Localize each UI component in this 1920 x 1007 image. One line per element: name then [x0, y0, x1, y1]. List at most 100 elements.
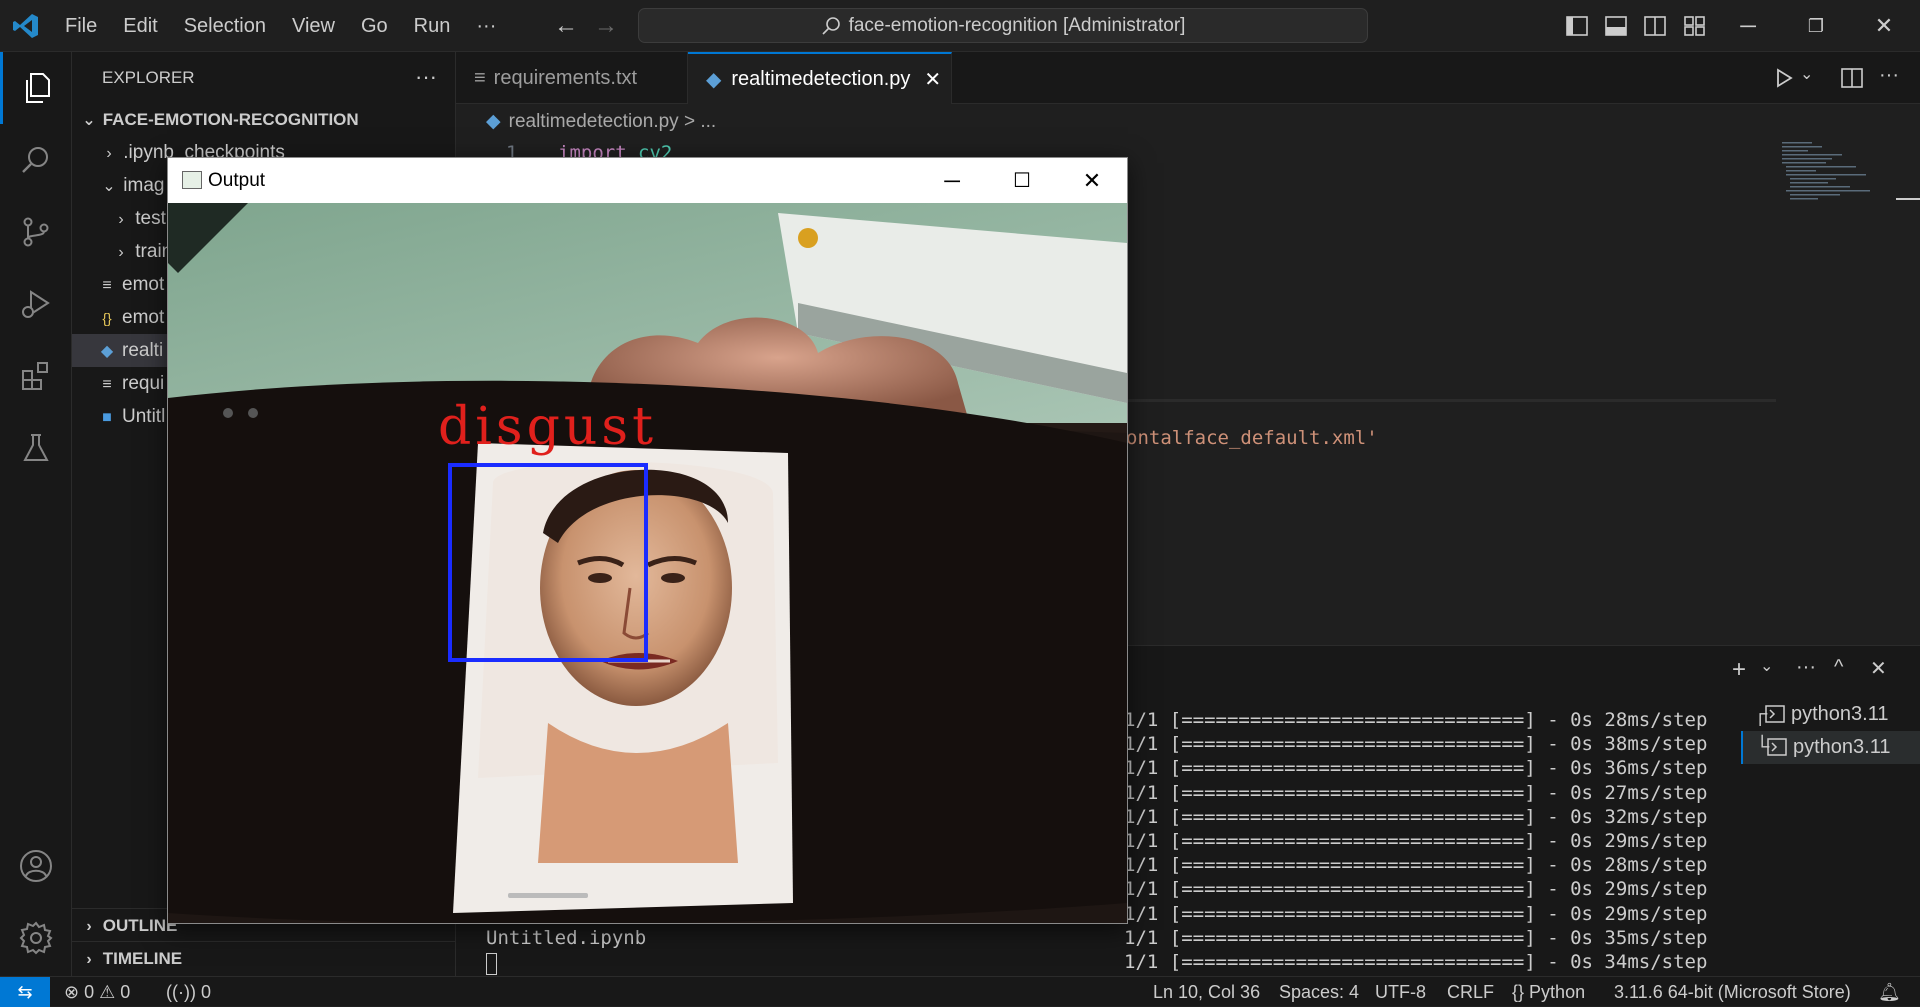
terminal-line: 1/1 [==============================] - 0… — [1124, 709, 1708, 731]
testing-icon[interactable] — [0, 412, 72, 484]
ports-count: 0 — [201, 982, 212, 1002]
menu-selection[interactable]: Selection — [171, 0, 279, 52]
run-icon[interactable] — [1774, 67, 1794, 89]
customize-layout-icon[interactable] — [1684, 16, 1706, 36]
explorer-title: EXPLORER — [102, 68, 195, 87]
tree-item-label: emot — [122, 274, 165, 295]
line-ending[interactable]: CRLF — [1447, 977, 1494, 1007]
maximize-panel-icon[interactable]: ^ — [1834, 656, 1843, 679]
command-center-label: face-emotion-recognition [Administrator] — [848, 14, 1186, 36]
split-editor-icon[interactable] — [1841, 68, 1863, 88]
output-window-titlebar[interactable]: Output ─ ☐ ✕ — [168, 158, 1127, 203]
run-debug-icon[interactable] — [0, 268, 72, 340]
menu-go[interactable]: Go — [348, 0, 401, 52]
tree-item-label: test — [135, 208, 166, 229]
problems-indicator[interactable]: ⊗ 0 ⚠ 0 — [64, 977, 130, 1007]
minimize-icon[interactable]: ─ — [1728, 10, 1768, 42]
terminal-instance-selected[interactable]: └ python3.11 — [1741, 731, 1920, 764]
chevron-down-icon[interactable]: ⌄ — [1800, 64, 1813, 84]
output-window[interactable]: Output ─ ☐ ✕ disgust — [167, 157, 1128, 924]
terminal-line: 1/1 [==============================] - 0… — [1124, 902, 1708, 925]
encoding[interactable]: UTF-8 — [1375, 977, 1426, 1007]
ports-indicator[interactable]: ((·)) 0 — [166, 977, 211, 1007]
warning-count: 0 — [120, 982, 131, 1002]
emotion-label: disgust — [438, 397, 657, 457]
close-icon[interactable]: ✕ — [1864, 10, 1904, 42]
restore-icon[interactable]: ❐ — [1796, 10, 1836, 42]
close-icon[interactable]: ✕ — [1070, 164, 1114, 198]
menu-view[interactable]: View — [279, 0, 348, 52]
extensions-icon[interactable] — [0, 340, 72, 412]
tree-item-label: imag — [123, 175, 165, 196]
timeline-section[interactable]: › TIMELINE — [72, 941, 456, 974]
arrow-left-icon[interactable]: ← — [550, 10, 582, 42]
minimize-icon[interactable]: ─ — [930, 164, 974, 198]
workspace-root[interactable]: ⌄ FACE-EMOTION-RECOGNITION — [72, 103, 456, 136]
text-file-icon: ≡ — [102, 376, 112, 393]
chevron-right-icon: › — [118, 244, 124, 261]
search-icon[interactable] — [0, 124, 72, 196]
menu-run[interactable]: Run — [401, 0, 464, 52]
python-file-icon: ◆ — [100, 343, 114, 360]
timeline-label: TIMELINE — [102, 949, 183, 968]
language-mode[interactable]: {} Python — [1512, 977, 1585, 1007]
text-file-icon: ≡ — [102, 277, 112, 294]
bell-icon[interactable]: 🔔︎ — [1878, 977, 1901, 1007]
terminal-line: 1/1 [==============================] - 0… — [1124, 878, 1708, 901]
workspace-root-label: FACE-EMOTION-RECOGNITION — [102, 110, 359, 129]
terminal-notebook-name: Untitled.ipynb — [486, 927, 647, 949]
tab-requirements[interactable]: ≡ requirements.txt — [456, 52, 688, 104]
toggle-primary-sidebar-icon[interactable] — [1566, 16, 1588, 36]
tree-item-label: requi — [122, 373, 165, 394]
tree-item-label: realti — [122, 340, 164, 361]
more-actions-icon[interactable]: ··· — [1879, 64, 1899, 87]
error-icon: ⊗ — [64, 982, 80, 1002]
terminal-line: 1/1 [==============================] - 0… — [1124, 926, 1708, 949]
python-file-icon: ◆ — [706, 68, 722, 91]
string-literal: ontalface_default.xml' — [1126, 427, 1378, 449]
menu-more[interactable]: ··· — [463, 0, 509, 52]
cursor-position[interactable]: Ln 10, Col 36 — [1153, 977, 1260, 1007]
terminal-output[interactable]: 1/1 [==============================] - 0… — [1124, 708, 1707, 974]
terminal-line: 1/1 [==============================] - 0… — [1124, 805, 1708, 828]
python-interpreter[interactable]: 3.11.6 64-bit (Microsoft Store) — [1614, 977, 1851, 1007]
chevron-down-icon: ⌄ — [102, 178, 116, 195]
terminal-instances: ┌ python3.11 └ python3.11 — [1741, 698, 1920, 764]
chevron-right-icon: › — [106, 145, 112, 162]
more-actions-icon[interactable]: ··· — [1796, 656, 1816, 679]
menu-file[interactable]: File — [52, 0, 110, 52]
maximize-icon[interactable]: ☐ — [1000, 164, 1044, 198]
terminal-icon — [1767, 738, 1787, 756]
more-actions-icon[interactable]: ··· — [415, 64, 437, 90]
toggle-secondary-sidebar-icon[interactable] — [1644, 16, 1666, 36]
tree-item-label: Untitl — [122, 406, 166, 427]
command-center-search[interactable]: face-emotion-recognition [Administrator] — [638, 8, 1368, 43]
new-terminal-icon[interactable]: + — [1732, 656, 1746, 684]
remote-indicator-icon[interactable]: ⇆ — [0, 977, 50, 1007]
minimap[interactable] — [1776, 140, 1920, 645]
tab-realtimedetection[interactable]: ◆ realtimedetection.py ✕ — [688, 52, 952, 104]
toggle-panel-icon[interactable] — [1605, 16, 1627, 36]
menu-edit[interactable]: Edit — [110, 0, 170, 52]
breadcrumb: ◆ realtimedetection.py > ... — [456, 104, 1920, 140]
settings-gear-icon[interactable] — [0, 902, 72, 974]
chevron-down-icon[interactable]: ⌄ — [1760, 656, 1773, 676]
account-icon[interactable] — [0, 830, 72, 902]
source-control-icon[interactable] — [0, 196, 72, 268]
terminal-left-pane[interactable]: Untitled.ipynb — [486, 926, 646, 975]
explorer-icon[interactable] — [0, 52, 72, 124]
breadcrumb-file[interactable]: realtimedetection.py — [509, 111, 679, 132]
python-file-icon: ◆ — [486, 111, 501, 132]
terminal-instance[interactable]: ┌ python3.11 — [1741, 698, 1920, 731]
chevron-right-icon: › — [86, 918, 92, 935]
close-tab-icon[interactable]: ✕ — [924, 67, 941, 92]
menu-bar: File Edit Selection View Go Run ··· — [52, 0, 509, 52]
language-label: Python — [1529, 982, 1586, 1002]
window-app-icon — [182, 171, 202, 189]
terminal-line: 1/1 [==============================] - 0… — [1124, 854, 1708, 877]
terminal-line: 1/1 [==============================] - 0… — [1124, 757, 1708, 780]
indentation[interactable]: Spaces: 4 — [1279, 977, 1359, 1007]
close-panel-icon[interactable]: ✕ — [1870, 656, 1887, 681]
arrow-right-icon[interactable]: → — [590, 10, 622, 42]
breadcrumb-symbol[interactable]: > ... — [684, 111, 716, 132]
